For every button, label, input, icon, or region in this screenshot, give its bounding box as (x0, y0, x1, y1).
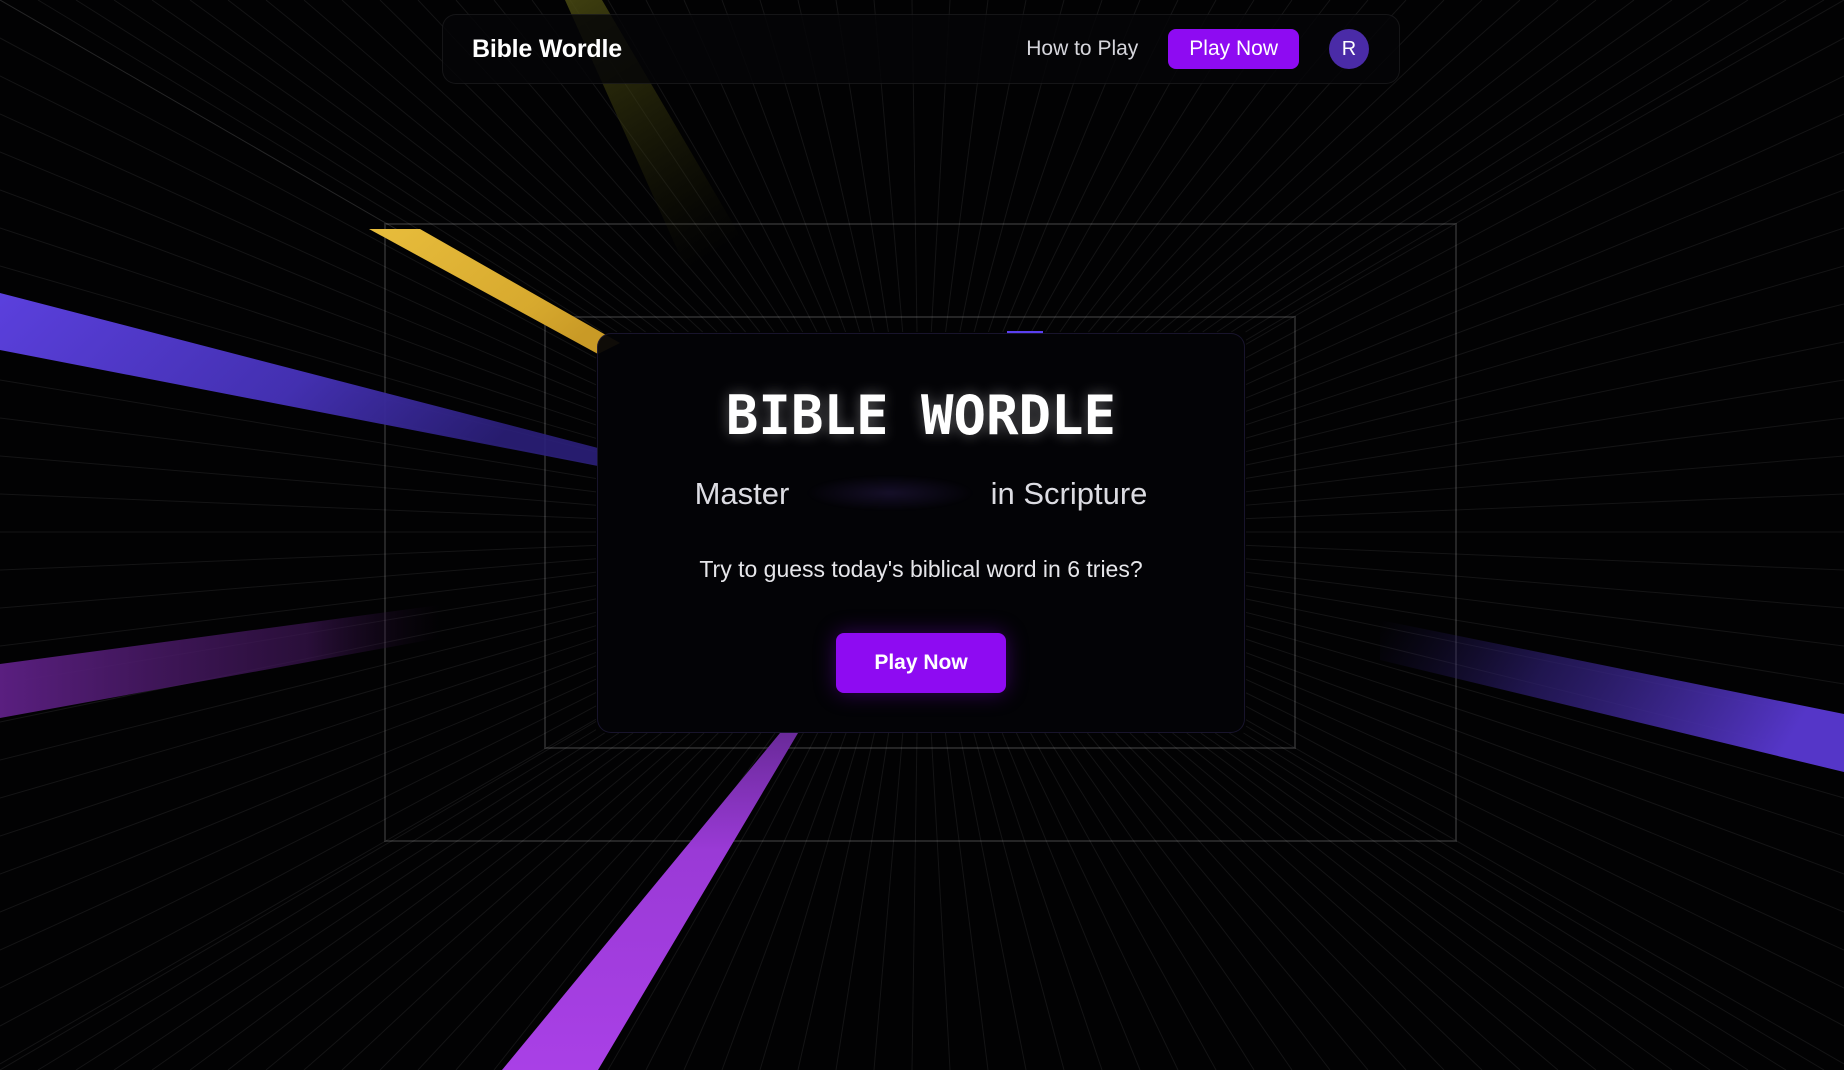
beam-violet-left (0, 605, 440, 718)
grid-line (987, 732, 1103, 1070)
grid-line (0, 678, 597, 951)
grid-line (1015, 732, 1179, 1070)
grid-line (1200, 732, 1673, 1070)
grid-line (303, 732, 691, 1070)
grid-line (873, 732, 904, 1070)
grid-line (0, 705, 597, 1027)
grid-line (1245, 265, 1844, 439)
grid-line (1143, 732, 1521, 1070)
hero-play-now-button[interactable]: Play Now (836, 633, 1006, 693)
grid-line (1243, 732, 1787, 1070)
grid-line (973, 732, 1065, 1070)
grid-line (1115, 732, 1445, 1070)
grid-line (1058, 732, 1293, 1070)
grid-line (1245, 705, 1844, 1027)
grid-line (1229, 732, 1749, 1070)
beam-blue-right (1380, 620, 1844, 772)
grid-line (0, 37, 597, 359)
hero-subtitle: Master in Scripture (598, 474, 1244, 514)
how-to-play-link[interactable]: How to Play (1026, 37, 1138, 61)
nav-play-now-button[interactable]: Play Now (1168, 29, 1299, 69)
grid-line (944, 732, 989, 1070)
navbar: Bible Wordle How to Play Play Now R (442, 14, 1400, 84)
grid-line (1245, 151, 1844, 399)
hero-description: Try to guess today's biblical word in 6 … (699, 556, 1143, 582)
subtitle-prefix: Master (694, 476, 790, 511)
grid-line (1245, 341, 1844, 466)
grid-line (1214, 732, 1711, 1070)
grid-line (1245, 37, 1844, 359)
grid-line (1030, 732, 1217, 1070)
hero-card: BIBLE WORDLE Master in Scripture Try to … (597, 333, 1245, 733)
grid-line (1086, 732, 1369, 1070)
grid-line (835, 732, 890, 1070)
beam-gold (369, 229, 620, 354)
subtitle-suffix: in Scripture (990, 476, 1148, 511)
grid-line (1245, 719, 1844, 1065)
grid-line (0, 718, 597, 1065)
grid-line (930, 732, 951, 1070)
grid-line (911, 732, 918, 1070)
rotating-word-placeholder (804, 474, 975, 511)
grid-line (0, 665, 597, 913)
beam-blue-left (0, 293, 598, 466)
user-avatar[interactable]: R (1329, 29, 1369, 69)
grid-line (1044, 732, 1255, 1070)
grid-line (959, 732, 1027, 1070)
brand-logo[interactable]: Bible Wordle (472, 35, 622, 64)
page: Bible Wordle How to Play Play Now R BIBL… (0, 0, 1844, 1070)
grid-line (0, 721, 597, 1070)
grid-line (1245, 725, 1825, 1070)
grid-line (1072, 732, 1331, 1070)
hero-title: BIBLE WORDLE (725, 384, 1117, 447)
grid-line (75, 732, 605, 1070)
grid-line (1245, 113, 1844, 385)
grid-line (1158, 732, 1559, 1070)
grid-line (1001, 732, 1141, 1070)
